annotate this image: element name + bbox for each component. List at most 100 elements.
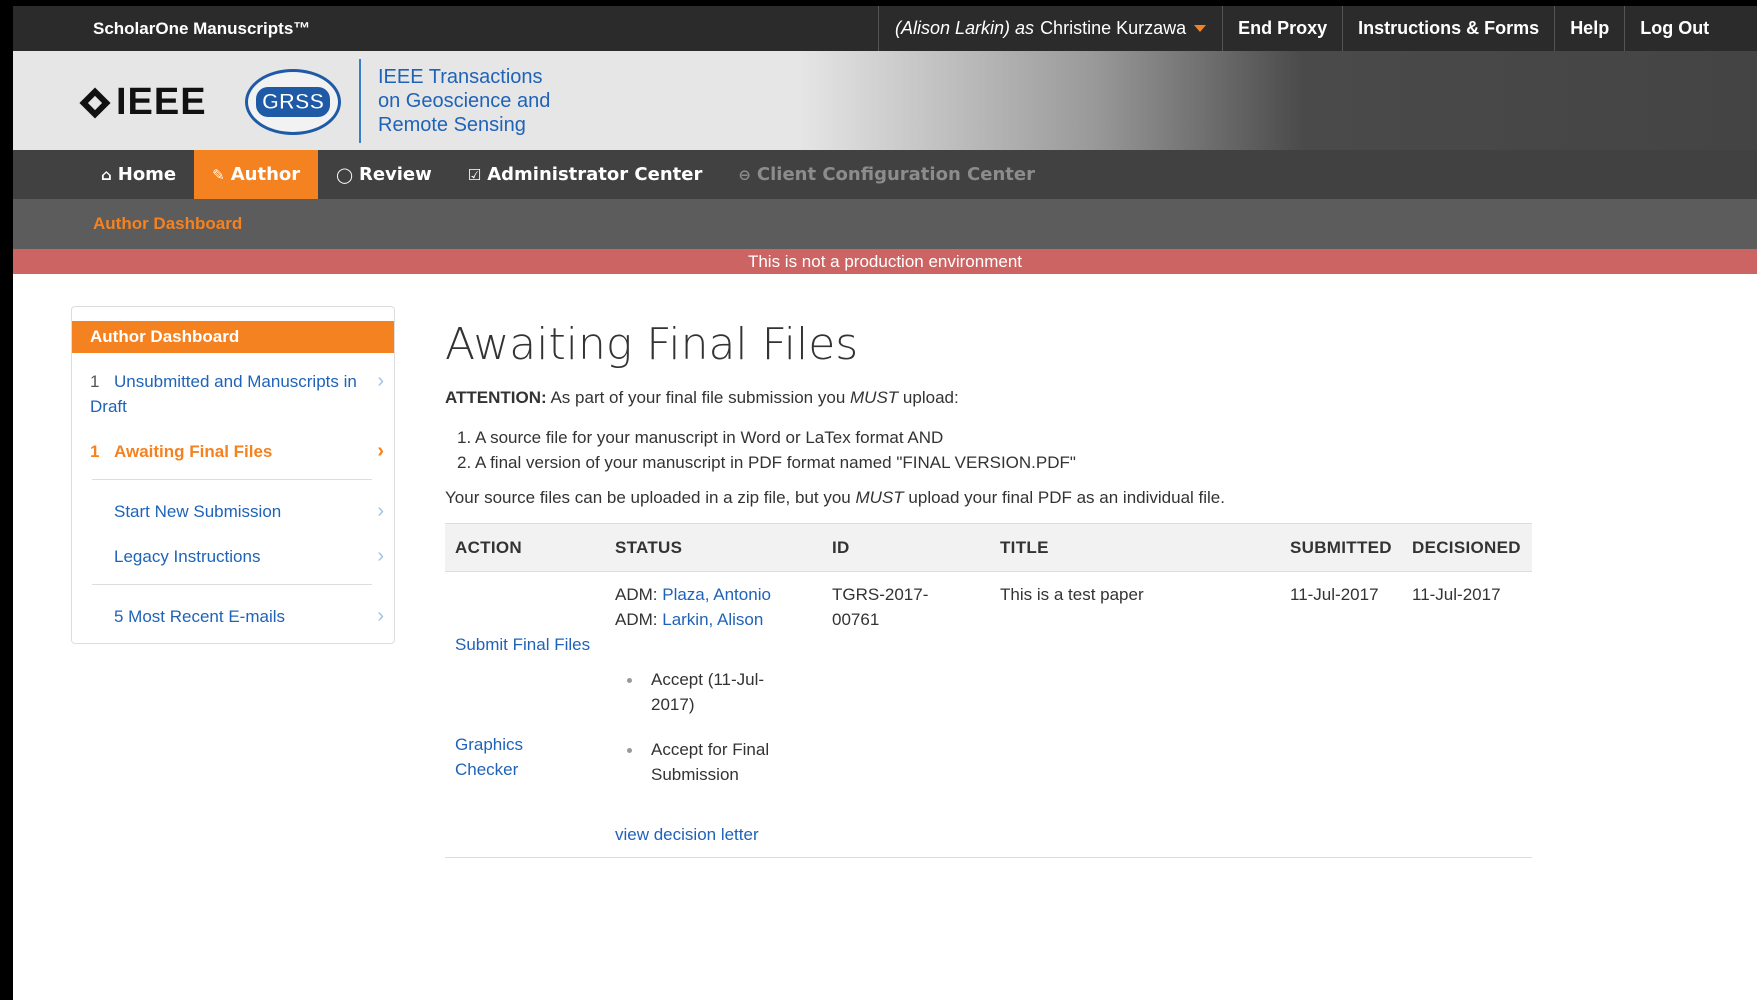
attention-text: As part of your final file submission yo… — [550, 388, 846, 407]
manuscripts-table: ACTION STATUS ID TITLE SUBMITTED DECISIO… — [445, 523, 1532, 858]
subnav-author-dashboard[interactable]: Author Dashboard — [93, 214, 242, 234]
grss-logo: GRSS — [245, 69, 341, 135]
column-header[interactable]: DECISIONED — [1402, 523, 1532, 572]
upload-note: Your source files can be uploaded in a z… — [445, 488, 1225, 508]
sidebar-item-count: 1 — [90, 442, 100, 461]
admin-line: ADM: Larkin, Alison — [615, 607, 812, 632]
view-decision-letter-link[interactable]: view decision letter — [615, 822, 812, 847]
page-title: Awaiting Final Files — [445, 319, 859, 370]
note-text: upload your final PDF as an individual f… — [908, 488, 1225, 507]
table-header-row: ACTION STATUS ID TITLE SUBMITTED DECISIO… — [445, 523, 1532, 572]
column-header[interactable]: SUBMITTED — [1280, 523, 1402, 572]
nav-author[interactable]: ✎ Author — [194, 150, 319, 199]
nav-author-label: Author — [230, 164, 301, 185]
sidebar-item-label: Awaiting Final Files — [114, 442, 273, 461]
ieee-logo: IEEE — [78, 81, 207, 124]
top-bar: ScholarOne Manuscripts™ (Alison Larkin) … — [13, 6, 1757, 51]
sidebar-item-label: Start New Submission — [114, 502, 282, 521]
journal-title-line: Remote Sensing — [378, 114, 526, 136]
nav-home-label: Home — [117, 164, 177, 185]
nav-client-label: Client Configuration Center — [756, 164, 1035, 185]
sidebar-divider — [92, 584, 372, 585]
grss-logo-text: GRSS — [255, 87, 331, 117]
caret-down-icon — [1194, 25, 1207, 32]
column-header[interactable]: ACTION — [445, 523, 605, 572]
banner-divider — [359, 59, 361, 143]
comment-icon: ◯ — [336, 165, 353, 184]
status-accept: Accept (11-Jul-2017) — [615, 667, 795, 717]
adm-label: ADM: — [615, 585, 658, 604]
action-cell: Submit Final Files Graphics Checker — [445, 571, 605, 858]
proxy-prefix: (Alison Larkin) as — [895, 18, 1035, 38]
requirement-item: 2. A final version of your manuscript in… — [457, 453, 1076, 472]
ieee-diamond-icon — [78, 86, 112, 120]
environment-notice: This is not a production environment — [13, 249, 1757, 274]
chevron-right-icon: › — [377, 440, 384, 462]
author-dashboard-panel: Author Dashboard 1 Unsubmitted and Manusc… — [71, 306, 395, 644]
decisioned-cell: 11-Jul-2017 — [1402, 571, 1532, 858]
id-cell: TGRS-2017-00761 — [822, 571, 990, 858]
table-row: Submit Final Files Graphics Checker ADM:… — [445, 571, 1532, 858]
journal-title: IEEE Transactions on Geoscience and Remo… — [378, 65, 578, 137]
logout-link[interactable]: Log Out — [1624, 6, 1724, 51]
chevron-right-icon: › — [377, 605, 384, 627]
adm-label: ADM: — [615, 610, 658, 629]
browser-frame: ScholarOne Manuscripts™ (Alison Larkin) … — [13, 6, 1757, 1000]
attention-label: ATTENTION: — [445, 388, 547, 407]
status-accept-final: Accept for Final Submission — [615, 737, 795, 787]
admin-plaza-link[interactable]: Plaza, Antonio — [662, 585, 771, 604]
manuscript-id: TGRS-2017-00761 — [832, 585, 929, 629]
sub-nav: Author Dashboard — [13, 199, 1757, 249]
help-link[interactable]: Help — [1554, 6, 1624, 51]
check-square-icon: ☑ — [467, 165, 482, 184]
instructions-forms-link[interactable]: Instructions & Forms — [1342, 6, 1554, 51]
sidebar-divider — [92, 479, 372, 480]
attention-notice: ATTENTION: As part of your final file su… — [445, 388, 959, 408]
sidebar-item-unsubmitted[interactable]: 1 Unsubmitted and Manuscripts in Draft › — [90, 369, 384, 419]
nav-admin-center[interactable]: ☑ Administrator Center — [450, 150, 721, 199]
end-proxy-link[interactable]: End Proxy — [1222, 6, 1342, 51]
proxy-user-name: Christine Kurzawa — [1040, 18, 1187, 38]
sidebar-item-start-new-submission[interactable]: Start New Submission › — [90, 499, 384, 524]
nav-review[interactable]: ◯ Review — [318, 150, 450, 199]
sidebar-item-label: Unsubmitted and Manuscripts in Draft — [90, 372, 357, 416]
sidebar-item-recent-emails[interactable]: 5 Most Recent E-mails › — [90, 604, 384, 629]
note-text: Your source files can be uploaded in a z… — [445, 488, 851, 507]
home-icon: ⌂ — [101, 165, 112, 184]
main-nav: ⌂ Home ✎ Author ◯ Review ☑ Administrator Cen… — [13, 150, 1757, 199]
attention-text: upload: — [902, 388, 959, 407]
sidebar-item-awaiting-final-files[interactable]: 1 Awaiting Final Files › — [90, 439, 384, 464]
graphics-checker-link[interactable]: Graphics Checker — [455, 732, 565, 782]
chevron-right-icon: › — [377, 370, 384, 392]
nav-review-label: Review — [358, 164, 432, 185]
submitted-cell: 11-Jul-2017 — [1280, 571, 1402, 858]
column-header[interactable]: STATUS — [605, 523, 822, 572]
admin-line: ADM: Plaza, Antonio — [615, 582, 812, 607]
title-cell: This is a test paper — [990, 571, 1280, 858]
status-cell: ADM: Plaza, Antonio ADM: Larkin, Alison … — [605, 571, 822, 858]
journal-title-line: on Geoscience and — [378, 90, 551, 112]
sidebar-item-label: Legacy Instructions — [114, 547, 261, 566]
nav-client-config[interactable]: ⊖ Client Configuration Center — [720, 150, 1053, 199]
column-header[interactable]: ID — [822, 523, 990, 572]
chevron-right-icon: › — [377, 545, 384, 567]
ieee-logo-text: IEEE — [116, 81, 207, 123]
journal-title-line: IEEE Transactions — [378, 66, 543, 88]
requirements-list: 1. A source file for your manuscript in … — [457, 425, 1076, 475]
brand-name: ScholarOne Manuscripts™ — [93, 19, 311, 38]
admin-larkin-link[interactable]: Larkin, Alison — [662, 610, 763, 629]
top-nav: (Alison Larkin) as Christine Kurzawa End… — [878, 6, 1724, 51]
nav-home[interactable]: ⌂ Home — [83, 150, 194, 199]
sidebar-title: Author Dashboard — [72, 321, 394, 353]
sidebar-item-legacy-instructions[interactable]: Legacy Instructions › — [90, 544, 384, 569]
pencil-icon: ✎ — [212, 165, 225, 184]
requirement-item: 1. A source file for your manuscript in … — [457, 428, 944, 447]
column-header[interactable]: TITLE — [990, 523, 1280, 572]
sidebar-item-count: 1 — [90, 372, 100, 391]
proxy-user-menu[interactable]: (Alison Larkin) as Christine Kurzawa — [878, 6, 1222, 51]
chevron-right-icon: › — [377, 500, 384, 522]
journal-banner: IEEE GRSS IEEE Transactions on Geoscienc… — [13, 51, 1757, 150]
submit-final-files-link[interactable]: Submit Final Files — [455, 632, 595, 657]
sidebar-item-label: 5 Most Recent E-mails — [114, 607, 285, 626]
nav-admin-label: Administrator Center — [487, 164, 703, 185]
